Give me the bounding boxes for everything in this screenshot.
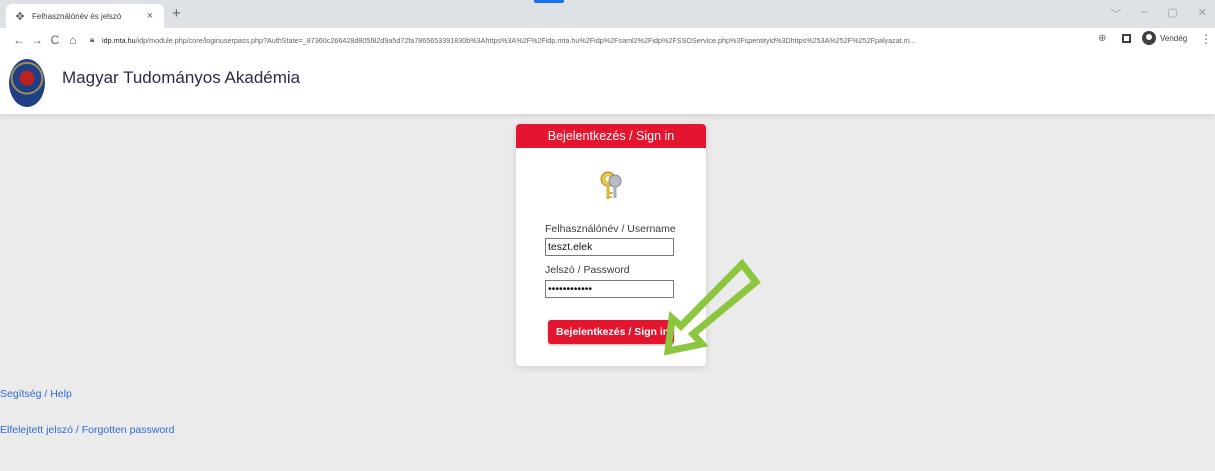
browser-window: ✥ Felhasználónév és jelszó × + ﹀ – ▢ ✕ ←… [0, 0, 1215, 471]
username-label: Felhasználónév / Username [545, 223, 676, 235]
site-title: Magyar Tudományos Akadémia [62, 68, 301, 87]
reload-icon[interactable]: C [46, 33, 64, 47]
zoom-icon[interactable]: ⊕ [1098, 33, 1106, 44]
browser-toolbar: ← → C ⌂ 🔒︎ idp.mta.hu/idp/module.php/cor… [0, 28, 1215, 52]
url-path: /idp/module.php/core/loginuserpass.php?A… [135, 35, 916, 45]
restore-button[interactable]: ▢ [1167, 6, 1177, 22]
close-tab-icon[interactable]: × [144, 10, 156, 22]
back-arrow-icon[interactable]: ← [10, 33, 28, 47]
help-link[interactable]: Segítség / Help [0, 388, 1215, 400]
username-input[interactable] [545, 238, 674, 256]
lock-icon[interactable]: 🔒︎ [90, 35, 102, 45]
keys-icon [600, 171, 622, 199]
password-label: Jelszó / Password [545, 264, 630, 276]
sign-in-button[interactable]: Bejelentkezés / Sign in [548, 320, 674, 344]
active-tab[interactable]: ✥ Felhasználónév és jelszó × [6, 4, 164, 28]
address-bar[interactable]: 🔒︎ idp.mta.hu/idp/module.php/core/loginu… [90, 30, 1126, 50]
new-tab-button[interactable]: + [172, 5, 181, 23]
minimize-button[interactable]: – [1141, 6, 1147, 22]
tab-title: Felhasználónév és jelszó [32, 11, 122, 21]
side-panel-icon[interactable] [1122, 34, 1131, 43]
window-controls: ﹀ – ▢ ✕ [1110, 6, 1207, 22]
tab-strip: ✥ Felhasználónév és jelszó × + ﹀ – ▢ ✕ [0, 0, 1215, 28]
favicon-icon: ✥ [15, 10, 25, 23]
forgotten-password-link[interactable]: Elfelejtett jelszó / Forgotten password [0, 424, 1215, 436]
site-header: Magyar Tudományos Akadémia [0, 52, 1215, 114]
forward-arrow-icon[interactable]: → [28, 33, 46, 47]
academy-seal-logo [9, 59, 45, 107]
avatar-icon [1142, 31, 1156, 45]
tab-indicator [534, 0, 564, 3]
tab-search-icon[interactable]: ﹀ [1110, 6, 1121, 22]
close-window-button[interactable]: ✕ [1198, 6, 1207, 22]
profile-button[interactable]: Vendég [1142, 31, 1187, 45]
page-content: Magyar Tudományos Akadémia Bejelentkezés… [0, 52, 1215, 471]
url-text[interactable]: idp.mta.hu/idp/module.php/core/loginuser… [102, 36, 1126, 45]
login-card: Bejelentkezés / Sign in Felhasználónév /… [516, 124, 706, 366]
url-host: idp.mta.hu [102, 35, 136, 45]
password-input[interactable] [545, 280, 674, 298]
login-card-header: Bejelentkezés / Sign in [516, 124, 706, 148]
kebab-menu-icon[interactable]: ⋮ [1200, 32, 1212, 46]
profile-label: Vendég [1160, 33, 1188, 43]
home-icon[interactable]: ⌂ [64, 33, 82, 47]
